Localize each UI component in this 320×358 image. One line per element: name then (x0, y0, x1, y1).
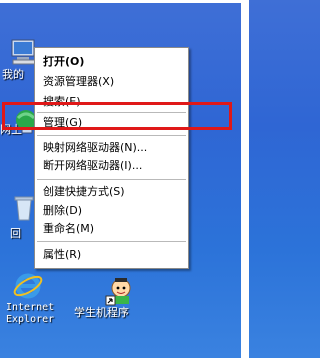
desktop: 我的 网上 回 Internet Explorer 学生机程序 打开(O) 资源… (0, 0, 249, 358)
desktop-icon-label: Internet Explorer (6, 302, 55, 325)
menu-separator (37, 179, 186, 180)
menu-item-delete[interactable]: 删除(D) (43, 203, 82, 219)
desktop-icon-internet-explorer[interactable]: Internet Explorer (2, 270, 54, 325)
menu-item-create-shortcut[interactable]: 创建快捷方式(S) (43, 184, 125, 200)
internet-explorer-icon (12, 270, 44, 302)
desktop-icon-label: 回 (10, 227, 21, 240)
desktop-icon-student-program[interactable]: 学生机程序 (74, 274, 156, 319)
menu-item-properties[interactable]: 属性(R) (43, 247, 81, 263)
desktop-icon-label: 我的 (2, 68, 24, 81)
menu-item-map-network-drive[interactable]: 映射网络驱动器(N)... (43, 140, 147, 156)
menu-separator (37, 241, 186, 242)
highlight-box (2, 102, 232, 130)
menu-item-disconnect-network-drive[interactable]: 断开网络驱动器(I)... (43, 158, 142, 174)
right-border (241, 0, 249, 358)
student-program-icon (102, 274, 134, 306)
context-menu: 打开(O) 资源管理器(X) 搜索(E)... 管理(G) 映射网络驱动器(N)… (34, 47, 189, 269)
menu-item-open[interactable]: 打开(O) (43, 54, 84, 70)
top-border (0, 0, 249, 3)
desktop-icon-label: 学生机程序 (74, 306, 129, 319)
menu-item-explorer[interactable]: 资源管理器(X) (43, 74, 114, 90)
menu-separator (37, 135, 186, 136)
menu-item-rename[interactable]: 重命名(M) (43, 221, 94, 237)
